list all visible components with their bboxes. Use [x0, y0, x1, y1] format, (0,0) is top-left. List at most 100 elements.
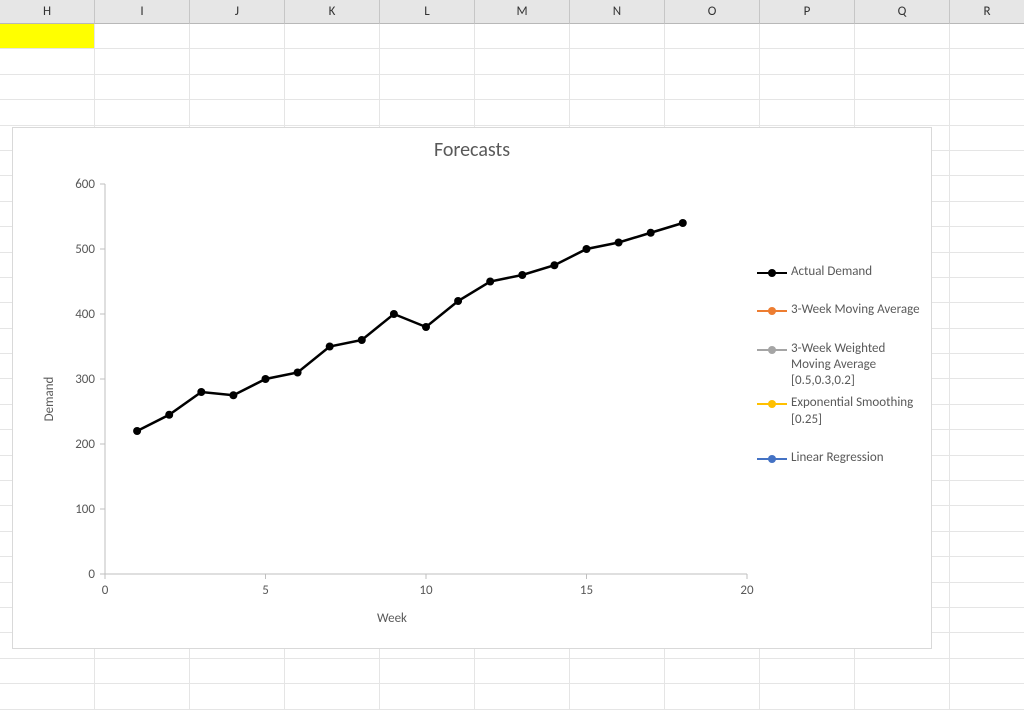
col-header[interactable]: O [665, 0, 760, 24]
cell[interactable] [285, 49, 380, 74]
cell[interactable] [665, 49, 760, 74]
cell[interactable] [950, 75, 1024, 100]
cell[interactable] [760, 684, 855, 709]
cell[interactable] [380, 75, 475, 100]
col-header[interactable]: M [475, 0, 570, 24]
col-header[interactable]: R [950, 0, 1024, 24]
cell[interactable] [950, 608, 1024, 633]
cell[interactable] [950, 430, 1024, 455]
cell[interactable] [95, 49, 190, 74]
col-header[interactable]: P [760, 0, 855, 24]
legend-item[interactable]: Linear Regression [757, 450, 927, 466]
cell[interactable] [570, 24, 665, 49]
cell[interactable] [950, 379, 1024, 404]
legend-item[interactable]: Actual Demand [757, 264, 927, 280]
col-header[interactable]: N [570, 0, 665, 24]
cell[interactable] [950, 583, 1024, 608]
cell[interactable] [380, 659, 475, 684]
cell[interactable] [855, 100, 950, 125]
cell[interactable] [475, 100, 570, 125]
cell[interactable] [570, 49, 665, 74]
cell[interactable] [475, 684, 570, 709]
cell[interactable] [950, 24, 1024, 49]
cell[interactable] [855, 24, 950, 49]
cell[interactable] [855, 49, 950, 74]
cell[interactable] [0, 49, 95, 74]
cell[interactable] [0, 684, 95, 709]
col-header[interactable]: K [285, 0, 380, 24]
cell[interactable] [760, 659, 855, 684]
cell[interactable] [380, 100, 475, 125]
cell[interactable] [665, 100, 760, 125]
legend-item[interactable]: 3-Week Weighted Moving Average [0.5,0.3,… [757, 341, 927, 390]
cell[interactable] [950, 227, 1024, 252]
cell[interactable] [0, 659, 95, 684]
col-header[interactable]: J [190, 0, 285, 24]
cell[interactable] [760, 24, 855, 49]
cell[interactable] [760, 75, 855, 100]
cell[interactable] [950, 684, 1024, 709]
cell[interactable] [950, 278, 1024, 303]
cell[interactable] [380, 49, 475, 74]
col-header[interactable]: H [0, 0, 95, 24]
cell[interactable] [95, 100, 190, 125]
cell[interactable] [95, 659, 190, 684]
cell[interactable] [380, 24, 475, 49]
cell[interactable] [380, 684, 475, 709]
col-header[interactable]: L [380, 0, 475, 24]
cell[interactable] [665, 684, 760, 709]
cell[interactable] [285, 75, 380, 100]
cell[interactable] [950, 633, 1024, 658]
cell[interactable] [475, 24, 570, 49]
cell[interactable] [95, 75, 190, 100]
cell[interactable] [665, 75, 760, 100]
cell[interactable] [475, 49, 570, 74]
col-header[interactable]: I [95, 0, 190, 24]
legend-item[interactable]: Exponential Smoothing [0.25] [757, 395, 927, 428]
cell[interactable] [950, 100, 1024, 125]
legend-item[interactable]: 3-Week Moving Average [757, 302, 927, 318]
cell[interactable] [950, 659, 1024, 684]
cell[interactable] [665, 24, 760, 49]
cell[interactable] [950, 481, 1024, 506]
cell[interactable] [950, 532, 1024, 557]
cell[interactable] [950, 354, 1024, 379]
cell[interactable] [285, 24, 380, 49]
cell[interactable] [285, 659, 380, 684]
cell[interactable] [190, 75, 285, 100]
cell[interactable] [285, 684, 380, 709]
cell[interactable] [950, 176, 1024, 201]
cell[interactable] [855, 659, 950, 684]
cell[interactable] [950, 151, 1024, 176]
cell[interactable] [950, 506, 1024, 531]
cell[interactable] [855, 684, 950, 709]
cell[interactable] [95, 24, 190, 49]
cell[interactable] [570, 659, 665, 684]
cell[interactable] [950, 202, 1024, 227]
cell[interactable] [0, 100, 95, 125]
cell[interactable] [760, 100, 855, 125]
cell[interactable] [760, 49, 855, 74]
cell[interactable] [950, 405, 1024, 430]
cell[interactable] [950, 557, 1024, 582]
cell[interactable] [950, 329, 1024, 354]
cell[interactable] [475, 75, 570, 100]
cell[interactable] [285, 100, 380, 125]
cell[interactable] [0, 75, 95, 100]
cell[interactable] [950, 126, 1024, 151]
cell[interactable] [665, 659, 760, 684]
cell[interactable] [950, 253, 1024, 278]
cell[interactable] [570, 75, 665, 100]
cell[interactable] [475, 659, 570, 684]
cell-active[interactable] [0, 24, 95, 49]
cell[interactable] [570, 100, 665, 125]
cell[interactable] [190, 684, 285, 709]
col-header[interactable]: Q [855, 0, 950, 24]
cell[interactable] [190, 49, 285, 74]
cell[interactable] [190, 24, 285, 49]
cell[interactable] [190, 100, 285, 125]
chart-object[interactable]: Forecasts 010020030040050060005101520 De… [12, 127, 932, 649]
cell[interactable] [95, 684, 190, 709]
cell[interactable] [190, 659, 285, 684]
cell[interactable] [570, 684, 665, 709]
